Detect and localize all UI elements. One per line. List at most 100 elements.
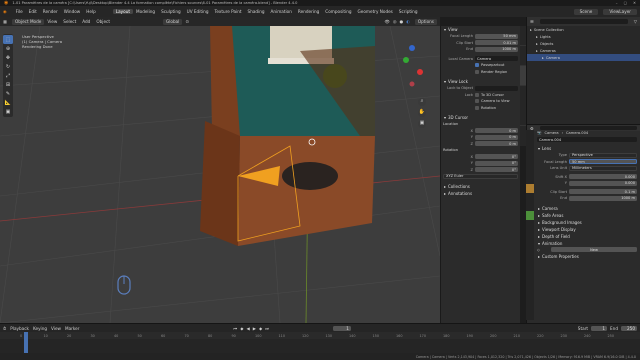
- shift-x-field[interactable]: 0.000: [569, 174, 637, 180]
- 3d-viewport[interactable]: User Perspective (1) Camera | Camera Ren…: [0, 26, 440, 323]
- rotation-mode-dropdown[interactable]: XYZ Euler: [443, 173, 518, 179]
- camera-view-icon[interactable]: ▣: [418, 120, 426, 128]
- tab-layout[interactable]: Layout: [112, 9, 134, 14]
- menu-window[interactable]: Window: [61, 9, 84, 14]
- outliner-item[interactable]: ▸ Lights: [527, 33, 640, 40]
- visibility-icon[interactable]: ▸: [536, 35, 538, 39]
- clip-start-field[interactable]: 0.01 m: [475, 40, 518, 46]
- blender-menu-icon[interactable]: ◉: [0, 9, 10, 14]
- gizmo-x-icon[interactable]: [417, 69, 423, 75]
- end-frame-field[interactable]: 250: [621, 325, 637, 331]
- close-icon[interactable]: ✕: [633, 1, 636, 5]
- minimize-icon[interactable]: –: [616, 1, 618, 5]
- visibility-icon[interactable]: ▸: [530, 28, 532, 32]
- overlays-icon[interactable]: ◎: [393, 19, 397, 25]
- add-cube-icon[interactable]: ▣: [3, 107, 13, 116]
- clip-end-field[interactable]: 1000 m: [475, 46, 518, 52]
- section-background-images[interactable]: ▸ Background Images: [535, 219, 639, 226]
- scale-tool-icon[interactable]: ⤢: [3, 71, 13, 80]
- jump-end-icon[interactable]: ⏭: [265, 326, 269, 331]
- output-tab-icon[interactable]: [526, 148, 534, 157]
- playhead[interactable]: [24, 332, 28, 354]
- collections-header[interactable]: ▸ Collections: [441, 183, 520, 190]
- physics-tab-icon[interactable]: [526, 193, 534, 202]
- tab-uv-editing[interactable]: UV Editing: [184, 9, 212, 14]
- visibility-icon[interactable]: ▸: [542, 56, 544, 60]
- filter-icon[interactable]: ▽: [631, 19, 640, 24]
- section-viewport-display[interactable]: ▸ Viewport Display: [535, 226, 639, 233]
- view-lock-header[interactable]: ▾ View Lock: [441, 78, 520, 85]
- render-region-checkbox[interactable]: [475, 69, 479, 74]
- viewport-menu-add[interactable]: Add: [79, 19, 93, 24]
- menu-render[interactable]: Render: [40, 9, 61, 14]
- editor-type-icon[interactable]: ▦: [0, 19, 10, 24]
- view-layer-selector[interactable]: ViewLayer: [603, 8, 637, 15]
- camera-data-tab-icon[interactable]: [526, 211, 534, 220]
- lens-unit-dropdown[interactable]: Millimeters: [569, 165, 637, 171]
- animation-header[interactable]: ▾ Animation: [535, 240, 639, 247]
- tool-tab-icon[interactable]: [526, 130, 534, 139]
- tab-texture-paint[interactable]: Texture Paint: [212, 9, 245, 14]
- move-tool-icon[interactable]: ✥: [3, 53, 13, 62]
- timeline-menu-view[interactable]: View: [51, 326, 61, 331]
- tab-shading[interactable]: Shading: [245, 9, 268, 14]
- options-button[interactable]: Options: [414, 18, 437, 25]
- outliner-item[interactable]: ▸ Camera: [527, 54, 640, 61]
- annotate-tool-icon[interactable]: ✎: [3, 89, 13, 98]
- 3d-cursor-header[interactable]: ▾ 3D Cursor: [441, 114, 520, 121]
- tab-rendering[interactable]: Rendering: [295, 9, 322, 14]
- cursor-tool-icon[interactable]: ⊕: [3, 44, 13, 53]
- rot-field[interactable]: 0°: [475, 154, 518, 160]
- focal-field[interactable]: 50 mm: [475, 33, 518, 39]
- passepartout-checkbox[interactable]: [475, 63, 479, 68]
- transform-orientation[interactable]: Global: [162, 18, 183, 25]
- timeline-menu-keying[interactable]: Keying: [33, 326, 47, 331]
- menu-help[interactable]: Help: [83, 9, 99, 14]
- tab-sculpting[interactable]: Sculpting: [158, 9, 184, 14]
- prev-key-icon[interactable]: ◆: [240, 326, 243, 331]
- constraints-tab-icon[interactable]: [526, 202, 534, 211]
- select-box-icon[interactable]: ⬚: [3, 35, 13, 44]
- maximize-icon[interactable]: ▢: [624, 1, 627, 5]
- local-camera-field[interactable]: Camera: [475, 56, 518, 62]
- jump-start-icon[interactable]: ⏮: [233, 326, 237, 331]
- pan-icon[interactable]: ✋: [418, 109, 426, 117]
- gizmo-z-icon[interactable]: [409, 45, 415, 51]
- loc-field[interactable]: 0 m: [475, 128, 518, 134]
- play-icon[interactable]: ▶: [253, 326, 256, 331]
- loc-field[interactable]: 0 m: [475, 141, 518, 147]
- menu-file[interactable]: File: [13, 9, 26, 14]
- menu-edit[interactable]: Edit: [26, 9, 40, 14]
- tab-modeling[interactable]: Modeling: [133, 9, 158, 14]
- clip-start-field[interactable]: 0.1 m: [569, 189, 637, 195]
- view-section-header[interactable]: ▾ View: [441, 26, 520, 33]
- mode-selector[interactable]: Object Mode: [11, 18, 45, 25]
- shift-y-field[interactable]: 0.000: [569, 180, 637, 186]
- measure-tool-icon[interactable]: 📐: [3, 98, 13, 107]
- outliner-editor-icon[interactable]: ☰: [527, 19, 537, 24]
- section-safe-areas[interactable]: ▸ Safe Areas: [535, 212, 639, 219]
- scene-selector[interactable]: Scene: [573, 8, 599, 15]
- custom-properties-header[interactable]: ▸ Custom Properties: [535, 253, 639, 260]
- object-tab-icon[interactable]: [526, 184, 534, 193]
- rotate-tool-icon[interactable]: ↻: [3, 62, 13, 71]
- tab-geometry-nodes[interactable]: Geometry Nodes: [355, 9, 396, 14]
- type-dropdown[interactable]: Perspective: [569, 152, 637, 158]
- navigation-gizmo[interactable]: [403, 45, 423, 87]
- scene-tab-icon[interactable]: [526, 166, 534, 175]
- tab-animation[interactable]: Animation: [268, 9, 295, 14]
- zoom-icon[interactable]: ⌕: [418, 98, 426, 106]
- viewport-menu-view[interactable]: View: [44, 19, 60, 24]
- section-depth-of-field[interactable]: ▸ Depth of Field: [535, 233, 639, 240]
- transform-tool-icon[interactable]: ⊞: [3, 80, 13, 89]
- loc-field[interactable]: 0 m: [475, 134, 518, 140]
- camera-to-view-checkbox[interactable]: [475, 99, 479, 104]
- shading-rendered-icon[interactable]: ◐: [406, 19, 410, 25]
- visibility-icon[interactable]: 👁: [385, 19, 390, 25]
- outliner-item[interactable]: ▸ Objects: [527, 40, 640, 47]
- camera-datablock-field[interactable]: Camera.004: [537, 137, 637, 143]
- timeline-menu-marker[interactable]: Marker: [65, 326, 79, 331]
- section-camera[interactable]: ▸ Camera: [535, 205, 639, 212]
- rot-field[interactable]: 0°: [475, 160, 518, 166]
- viewport-menu-select[interactable]: Select: [60, 19, 79, 24]
